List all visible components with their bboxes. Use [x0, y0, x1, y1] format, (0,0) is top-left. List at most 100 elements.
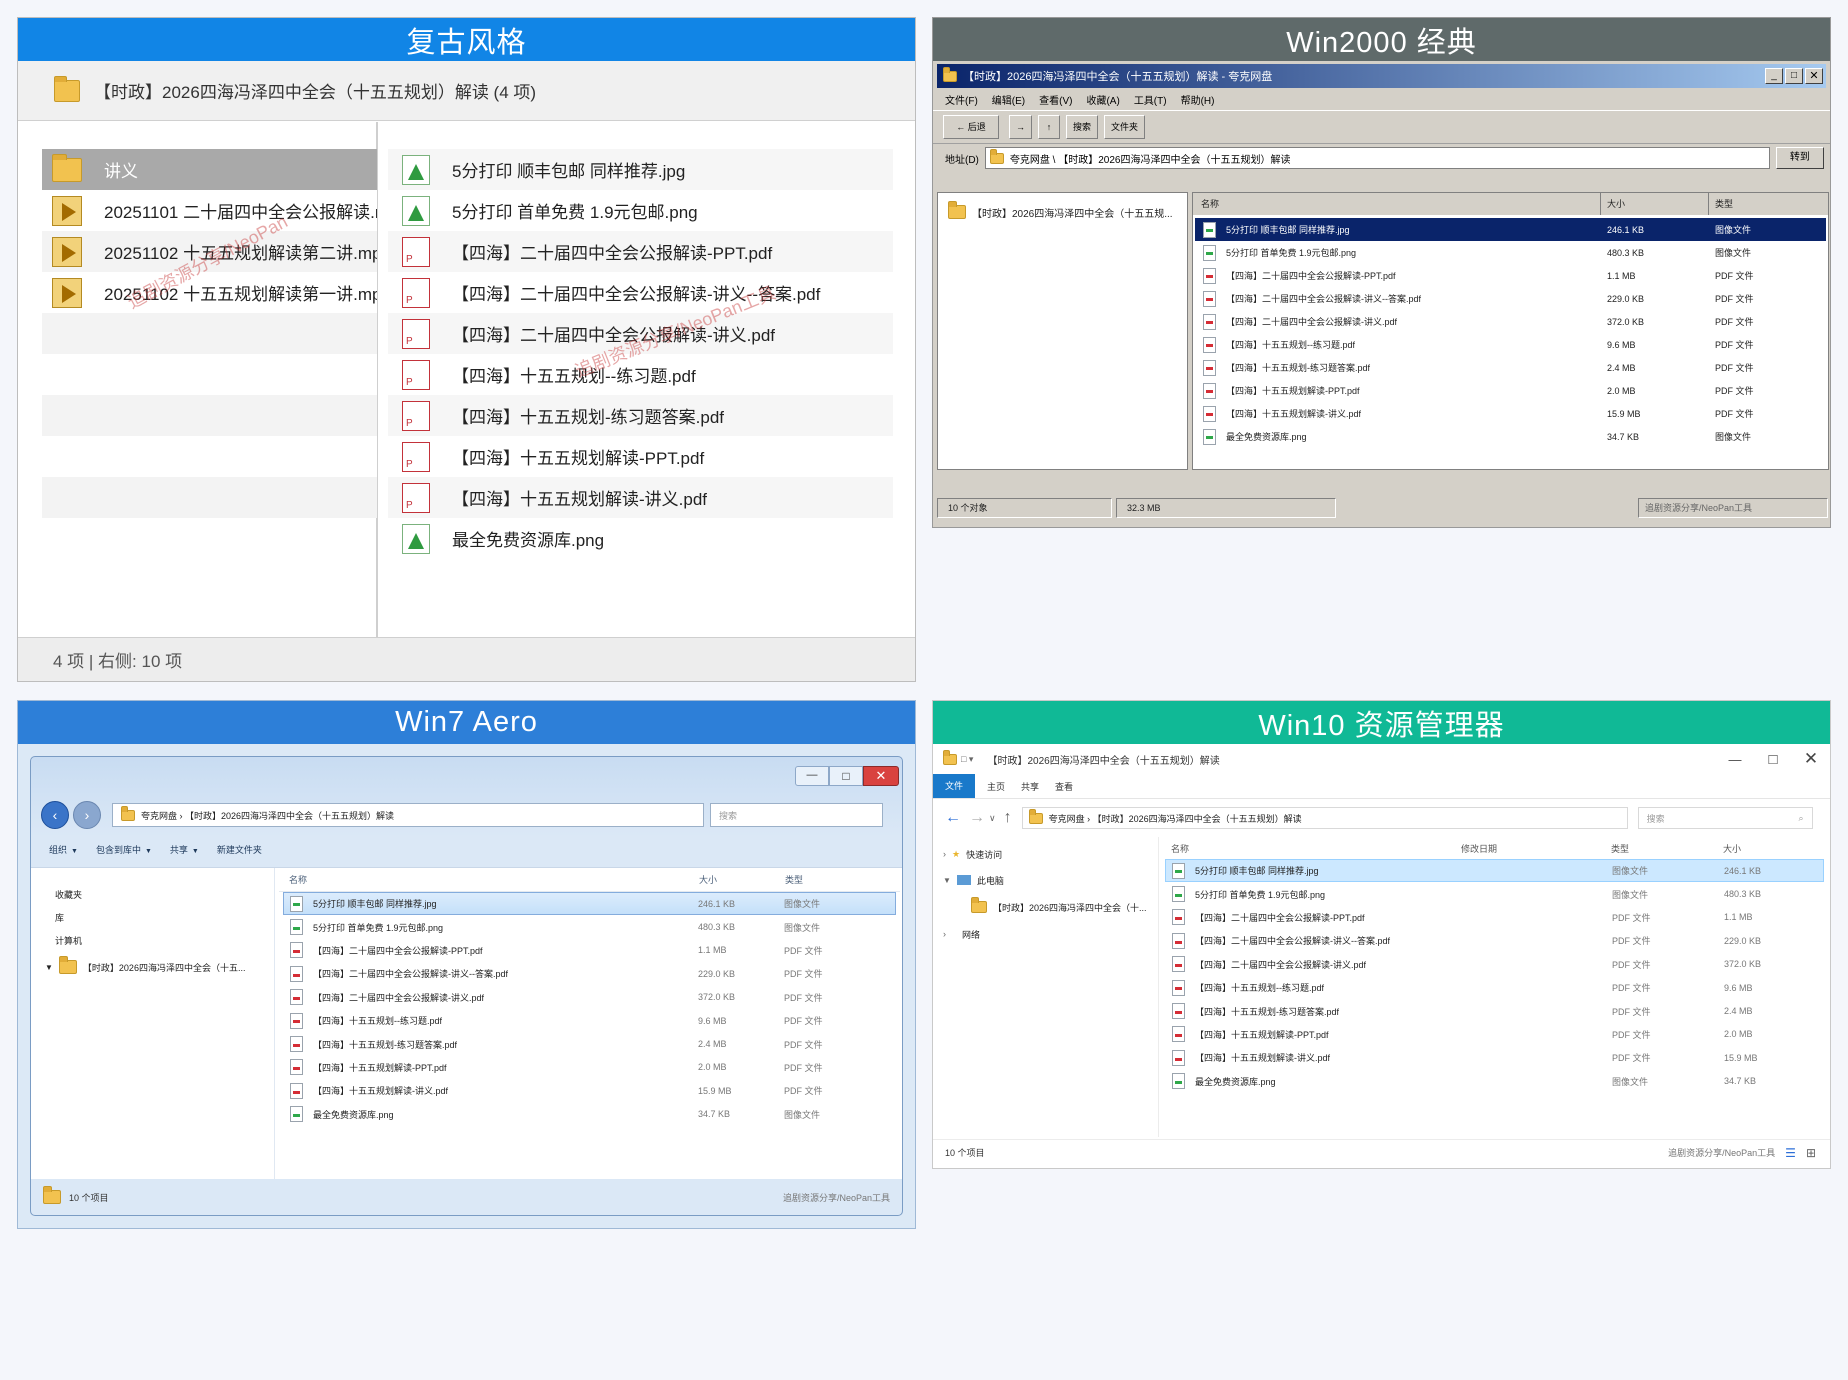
- close-button[interactable]: ✕: [863, 766, 899, 786]
- nav-item[interactable]: 收藏夹: [31, 883, 274, 906]
- file-row[interactable]: 【四海】十五五规划解读-PPT.pdf 2.0 MB PDF 文件: [1195, 379, 1826, 402]
- file-row[interactable]: 【四海】十五五规划-练习题答案.pdf PDF 文件 2.4 MB: [1165, 999, 1824, 1022]
- toolbar-button[interactable]: 文件夹: [1104, 115, 1146, 139]
- file-item[interactable]: 5分打印 首单免费 1.9元包邮.png: [388, 190, 893, 231]
- file-item[interactable]: 最全免费资源库.png: [388, 518, 893, 559]
- file-item[interactable]: 【四海】二十届四中全会公报解读-PPT.pdf: [388, 231, 893, 272]
- close-button[interactable]: ✕: [1805, 68, 1823, 84]
- left-item[interactable]: 20251102 十五五规划解读第二讲.mp4: [42, 231, 377, 272]
- forward-icon[interactable]: →: [969, 809, 985, 827]
- up-icon[interactable]: ↑: [1004, 809, 1012, 827]
- col-type[interactable]: 类型: [785, 873, 803, 886]
- file-item[interactable]: 【四海】十五五规划--练习题.pdf: [388, 354, 893, 395]
- file-row[interactable]: 【四海】二十届四中全会公报解读-讲义--答案.pdf 229.0 KB PDF 文件: [283, 962, 896, 985]
- chevron-right-icon[interactable]: ›: [943, 849, 946, 859]
- col-size[interactable]: 大小: [699, 873, 785, 886]
- command-button[interactable]: 包含到库中 ▼: [96, 843, 152, 856]
- col-modified[interactable]: 修改日期: [1461, 842, 1611, 855]
- file-row[interactable]: 【四海】十五五规划--练习题.pdf 9.6 MB PDF 文件: [283, 1009, 896, 1032]
- left-item[interactable]: 20251101 二十届四中全会公报解读.mp4: [42, 190, 377, 231]
- back-icon[interactable]: ←: [945, 809, 961, 827]
- file-row[interactable]: 【四海】二十届四中全会公报解读-讲义--答案.pdf 229.0 KB PDF 文件: [1195, 287, 1826, 310]
- col-name[interactable]: 名称: [1161, 842, 1461, 855]
- command-button[interactable]: 组织 ▼: [49, 843, 78, 856]
- toolbar-button[interactable]: ↑: [1038, 115, 1060, 139]
- address-field[interactable]: 夸克网盘 › 【时政】2026四海冯泽四中全会（十五五规划）解读: [1021, 807, 1628, 829]
- tree-item[interactable]: 【时政】2026四海冯泽四中全会（十五五规...: [938, 199, 1187, 225]
- forward-icon[interactable]: ›: [73, 801, 101, 829]
- file-row[interactable]: 【四海】二十届四中全会公报解读-PPT.pdf 1.1 MB PDF 文件: [283, 939, 896, 962]
- file-row[interactable]: 【四海】十五五规划--练习题.pdf PDF 文件 9.6 MB: [1165, 976, 1824, 999]
- tree-item[interactable]: ▼ 【时政】2026四海冯泽四中全会（十五...: [31, 954, 274, 980]
- ribbon-tab[interactable]: 共享: [1021, 780, 1039, 793]
- chevron-down-icon[interactable]: ▼: [943, 876, 951, 885]
- nav-network[interactable]: › 网络: [933, 921, 1158, 947]
- menu-item[interactable]: 收藏(A): [1086, 92, 1119, 107]
- file-row[interactable]: 【四海】二十届四中全会公报解读-讲义.pdf PDF 文件 372.0 KB: [1165, 953, 1824, 976]
- file-row[interactable]: 5分打印 首单免费 1.9元包邮.png 图像文件 480.3 KB: [1165, 882, 1824, 905]
- menu-item[interactable]: 文件(F): [945, 92, 978, 107]
- ribbon-tab[interactable]: 主页: [987, 780, 1005, 793]
- file-row[interactable]: 【四海】二十届四中全会公报解读-讲义--答案.pdf PDF 文件 229.0 KB: [1165, 929, 1824, 952]
- file-row[interactable]: 5分打印 顺丰包邮 同样推荐.jpg 246.1 KB 图像文件: [1195, 218, 1826, 241]
- file-row[interactable]: 最全免费资源库.png 34.7 KB 图像文件: [1195, 425, 1826, 448]
- toolbar-button[interactable]: →: [1009, 115, 1032, 139]
- col-size[interactable]: 大小: [1723, 842, 1741, 855]
- nav-item[interactable]: 计算机: [31, 929, 274, 952]
- address-field[interactable]: 夸克网盘 › 【时政】2026四海冯泽四中全会（十五五规划）解读: [112, 803, 704, 827]
- chevron-down-icon[interactable]: ∨: [989, 813, 996, 824]
- command-button[interactable]: 新建文件夹: [217, 843, 262, 856]
- command-button[interactable]: 共享 ▼: [170, 843, 199, 856]
- search-input[interactable]: 搜索: [710, 803, 883, 827]
- maximize-button[interactable]: □: [1785, 68, 1803, 84]
- menu-item[interactable]: 编辑(E): [992, 92, 1025, 107]
- close-button[interactable]: ✕: [1792, 749, 1830, 769]
- search-input[interactable]: 搜索 ⌕: [1637, 807, 1813, 829]
- file-row[interactable]: 【四海】二十届四中全会公报解读-PPT.pdf 1.1 MB PDF 文件: [1195, 264, 1826, 287]
- file-row[interactable]: 【四海】十五五规划解读-PPT.pdf 2.0 MB PDF 文件: [283, 1056, 896, 1079]
- file-row[interactable]: 【四海】十五五规划解读-讲义.pdf 15.9 MB PDF 文件: [1195, 402, 1826, 425]
- ribbon-tab[interactable]: 文件: [933, 774, 976, 798]
- file-row[interactable]: 【四海】十五五规划-练习题答案.pdf 2.4 MB PDF 文件: [1195, 356, 1826, 379]
- tree-item[interactable]: 【时政】2026四海冯泽四中全会（十...: [933, 893, 1158, 921]
- menu-item[interactable]: 查看(V): [1039, 92, 1072, 107]
- minimize-button[interactable]: _: [1765, 68, 1783, 84]
- quick-access-toolbar[interactable]: □ ▾: [961, 754, 973, 765]
- file-item[interactable]: 【四海】二十届四中全会公报解读-讲义--答案.pdf: [388, 272, 893, 313]
- col-size[interactable]: 大小: [1601, 193, 1709, 215]
- file-row[interactable]: 【四海】十五五规划-练习题答案.pdf 2.4 MB PDF 文件: [283, 1032, 896, 1055]
- file-row[interactable]: 最全免费资源库.png 34.7 KB 图像文件: [283, 1103, 896, 1126]
- chevron-right-icon[interactable]: ›: [943, 929, 946, 939]
- menu-item[interactable]: 帮助(H): [1181, 92, 1215, 107]
- left-item[interactable]: 20251102 十五五规划解读第一讲.mp4: [42, 272, 377, 313]
- file-row[interactable]: 【四海】二十届四中全会公报解读-PPT.pdf PDF 文件 1.1 MB: [1165, 906, 1824, 929]
- nav-item[interactable]: 库: [31, 906, 274, 929]
- file-item[interactable]: 5分打印 顺丰包邮 同样推荐.jpg: [388, 149, 893, 190]
- chevron-down-icon[interactable]: ▼: [45, 963, 53, 972]
- nav-quick-access[interactable]: › ★ 快速访问: [933, 841, 1158, 867]
- menu-item[interactable]: 工具(T): [1134, 92, 1167, 107]
- col-type[interactable]: 类型: [1709, 193, 1733, 215]
- maximize-button[interactable]: □: [829, 766, 863, 786]
- ribbon-tab[interactable]: 查看: [1055, 780, 1073, 793]
- file-row[interactable]: 5分打印 首单免费 1.9元包邮.png 480.3 KB 图像文件: [1195, 241, 1826, 264]
- file-row[interactable]: 【四海】十五五规划解读-讲义.pdf PDF 文件 15.9 MB: [1165, 1046, 1824, 1069]
- file-item[interactable]: 【四海】十五五规划-练习题答案.pdf: [388, 395, 893, 436]
- file-row[interactable]: 【四海】十五五规划解读-讲义.pdf 15.9 MB PDF 文件: [283, 1079, 896, 1102]
- minimize-button[interactable]: —: [795, 766, 829, 786]
- col-name[interactable]: 名称: [279, 873, 699, 886]
- file-row[interactable]: 【四海】十五五规划解读-PPT.pdf PDF 文件 2.0 MB: [1165, 1023, 1824, 1046]
- file-row[interactable]: 5分打印 顺丰包邮 同样推荐.jpg 246.1 KB 图像文件: [283, 892, 896, 916]
- file-item[interactable]: 【四海】十五五规划解读-讲义.pdf: [388, 477, 893, 518]
- file-row[interactable]: 【四海】十五五规划--练习题.pdf 9.6 MB PDF 文件: [1195, 333, 1826, 356]
- address-field[interactable]: 夸克网盘 \ 【时政】2026四海冯泽四中全会（十五五规划）解读: [984, 147, 1770, 169]
- minimize-button[interactable]: —: [1716, 752, 1754, 767]
- file-row[interactable]: 5分打印 顺丰包邮 同样推荐.jpg 图像文件 246.1 KB: [1165, 859, 1824, 883]
- maximize-button[interactable]: □: [1754, 751, 1792, 768]
- file-row[interactable]: 最全免费资源库.png 图像文件 34.7 KB: [1165, 1070, 1824, 1093]
- go-button[interactable]: 转到: [1775, 147, 1824, 169]
- nav-this-pc[interactable]: ▼ 此电脑: [933, 867, 1158, 893]
- file-row[interactable]: 【四海】二十届四中全会公报解读-讲义.pdf 372.0 KB PDF 文件: [1195, 310, 1826, 333]
- file-row[interactable]: 【四海】二十届四中全会公报解读-讲义.pdf 372.0 KB PDF 文件: [283, 986, 896, 1009]
- file-item[interactable]: 【四海】十五五规划解读-PPT.pdf: [388, 436, 893, 477]
